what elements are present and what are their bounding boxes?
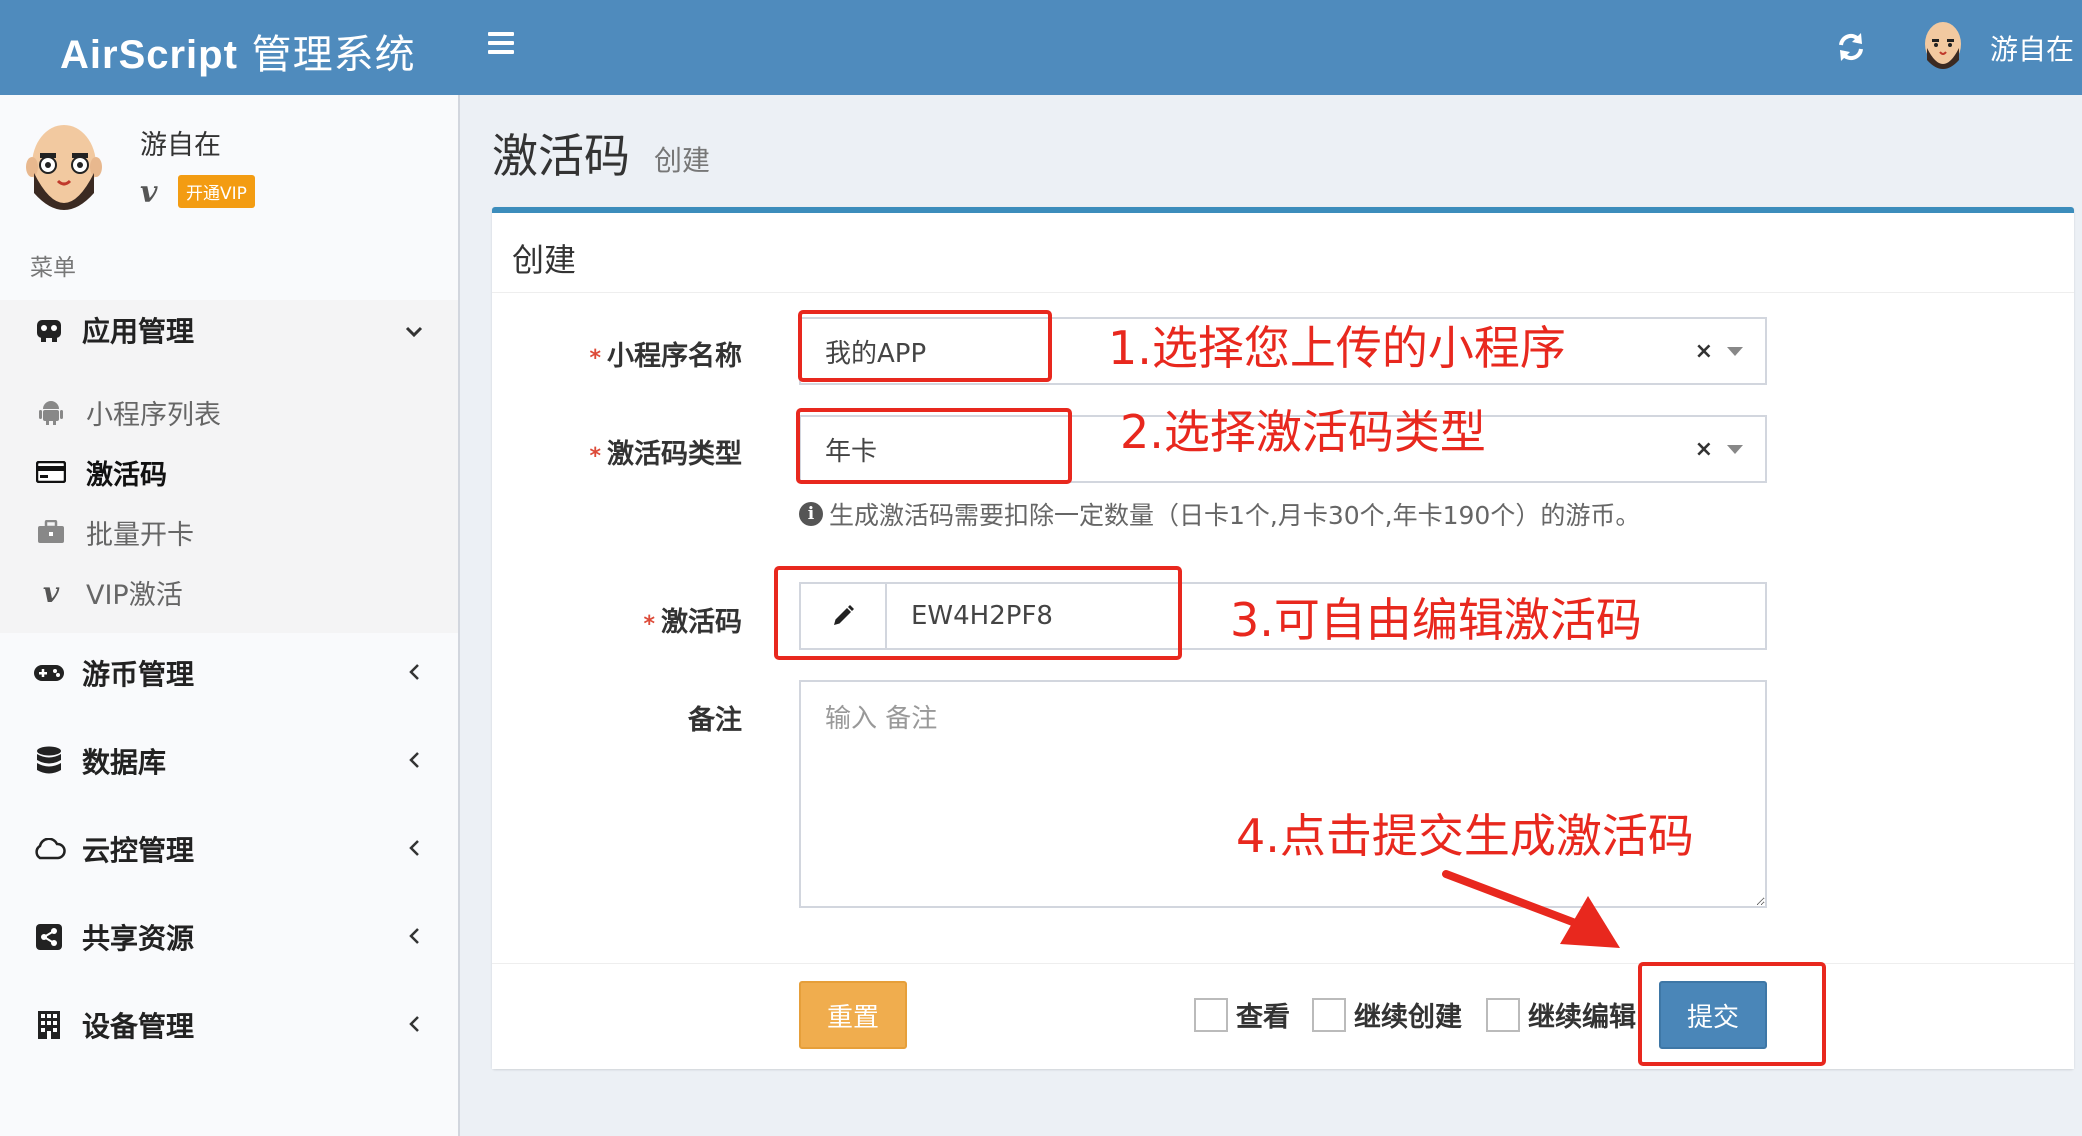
header-username[interactable]: 游自在 [1990,28,2074,68]
code-type-label: * 激活码类型 [589,439,742,470]
sidebar-item-coin-management[interactable]: 游币管理 [0,643,458,703]
sidebar-item-app-management[interactable]: 应用管理 [0,300,458,360]
checkbox-label: 查看 [1236,1002,1290,1033]
android-icon [36,397,66,427]
top-header: AirScript 管理系统 游自在 [0,0,2082,95]
page-title: 激活码 [492,129,630,183]
cloud-icon [32,832,66,866]
chevron-left-icon [404,834,424,864]
hamburger-menu-icon[interactable] [488,32,514,54]
building-icon [32,1008,66,1042]
clear-icon[interactable]: × [1695,339,1713,364]
chevron-left-icon [404,658,424,688]
required-asterisk: * [589,444,601,469]
activation-code-input[interactable] [887,584,1765,648]
code-label: * 激活码 [643,607,742,638]
continue-create-checkbox[interactable]: 继续创建 [1312,995,1462,1034]
sidebar-item-label: 激活码 [86,459,167,491]
app-management-group: 应用管理 小程序列表 激活码 批量开卡 v VIP激活 [0,300,458,633]
box-title: 创建 [512,241,577,279]
sidebar-item-label: 游币管理 [82,658,195,691]
sidebar-item-label: 数据库 [82,746,167,779]
checkbox-square[interactable] [1486,997,1520,1032]
sidebar-item-label: 共享资源 [82,922,195,955]
app-name-value: 我的APP [825,338,927,369]
chevron-left-icon [404,1010,424,1040]
app-name-label: * 小程序名称 [589,341,742,372]
view-checkbox[interactable]: 查看 [1194,995,1290,1034]
user-avatar[interactable] [1918,18,1968,74]
chevron-down-icon [404,315,424,345]
sidebar-item-miniapp-list[interactable]: 小程序列表 [0,386,458,438]
continue-edit-checkbox[interactable]: 继续编辑 [1486,995,1636,1034]
code-type-value: 年卡 [825,436,878,467]
caret-down-icon[interactable] [1727,444,1743,454]
sidebar-item-cloud-control[interactable]: 云控管理 [0,819,458,879]
app-logo[interactable]: AirScript 管理系统 [60,22,416,80]
chevron-left-icon [404,922,424,952]
brand-name: AirScript [60,33,238,77]
caret-down-icon[interactable] [1727,346,1743,356]
sidebar-item-label: VIP激活 [86,579,183,611]
code-input-group [799,582,1767,650]
database-icon [32,744,66,778]
credit-card-icon [36,457,66,487]
required-asterisk: * [643,612,655,637]
clear-icon[interactable]: × [1695,437,1713,462]
sidebar-item-batch-card[interactable]: 批量开卡 [0,506,458,558]
checkbox-label: 继续创建 [1354,1002,1462,1033]
refresh-icon[interactable] [1834,30,1868,64]
sidebar: 游自在 v 开通VIP 菜单 应用管理 小程序列表 激活码 批量开卡 v VIP… [0,95,460,1136]
remark-label: 备注 [688,705,742,736]
sidebar-item-device-management[interactable]: 设备管理 [0,995,458,1055]
vimeo-v-icon: v [42,575,60,609]
sidebar-username: 游自在 [140,130,221,161]
chevron-left-icon [404,746,424,776]
gamepad-app-icon [32,313,66,347]
sidebar-item-database[interactable]: 数据库 [0,731,458,791]
help-text: i 生成激活码需要扣除一定数量（日卡1个,月卡30个,年卡190个）的游币。 [799,496,1640,532]
box-header: 创建 [492,213,2074,293]
sidebar-item-label: 云控管理 [82,834,195,867]
vip-badge[interactable]: 开通VIP [178,175,255,208]
menu-header: 菜单 [30,255,76,281]
checkbox-square[interactable] [1194,997,1228,1032]
sidebar-item-label: 应用管理 [82,315,195,348]
code-type-select[interactable]: 年卡 × [799,415,1767,483]
sidebar-item-label: 批量开卡 [86,519,194,551]
briefcase-icon [36,517,66,547]
submit-button[interactable]: 提交 [1659,981,1767,1049]
sidebar-avatar [26,125,102,210]
gamepad-icon [32,656,66,690]
page-subtitle: 创建 [654,144,711,177]
sidebar-item-activation-code[interactable]: 激活码 [0,446,458,498]
brand-suffix: 管理系统 [251,32,416,78]
sidebar-item-label: 小程序列表 [86,399,221,431]
pencil-icon [801,584,887,648]
checkbox-label: 继续编辑 [1528,1002,1636,1033]
sidebar-item-shared-resources[interactable]: 共享资源 [0,907,458,967]
sidebar-item-label: 设备管理 [82,1010,195,1043]
remark-textarea[interactable] [799,680,1767,908]
vimeo-v-icon: v [140,175,158,210]
reset-button[interactable]: 重置 [799,981,907,1049]
app-name-select[interactable]: 我的APP × [799,317,1767,385]
required-asterisk: * [589,346,601,371]
share-icon [32,920,66,954]
sidebar-item-vip-activation[interactable]: v VIP激活 [0,566,458,618]
info-icon: i [799,502,823,526]
checkbox-square[interactable] [1312,997,1346,1032]
